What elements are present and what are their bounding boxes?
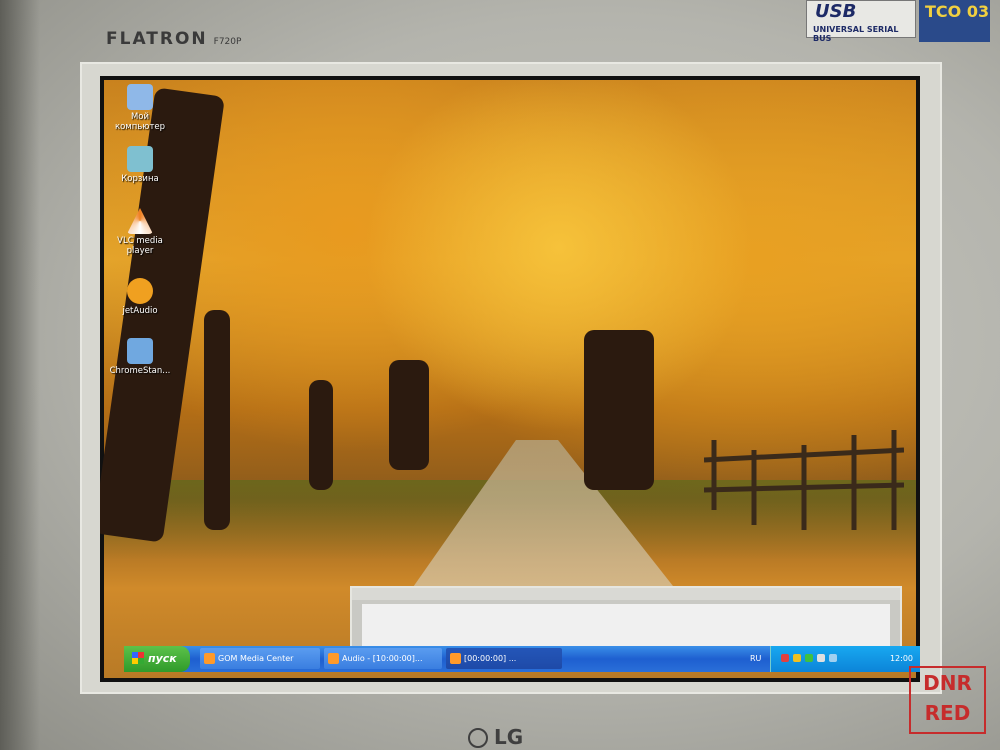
my-computer-icon xyxy=(127,84,153,110)
audio-app-icon xyxy=(328,653,339,664)
desktop-icon-recycle-bin[interactable]: Корзина xyxy=(105,146,175,184)
watermark-line2: RED xyxy=(924,701,971,725)
tree-trunk xyxy=(204,310,230,530)
usb-badge: USB UNIVERSAL SERIAL BUS xyxy=(806,0,916,43)
tree-trunk xyxy=(309,380,333,490)
tco-label: TCO 03 xyxy=(925,2,990,21)
tree-trunk xyxy=(389,360,429,470)
taskbar-button-audio[interactable]: Audio - [10:00:00]... xyxy=(324,648,442,669)
network-icon[interactable] xyxy=(829,654,837,662)
desktop-icon-label: jetAudio xyxy=(122,306,158,316)
desktop-wallpaper: Мой компьютер Корзина VLC media player j… xyxy=(100,80,920,678)
volume-icon[interactable] xyxy=(817,654,825,662)
window-content xyxy=(362,604,890,650)
taskbar: пуск GOM Media Center Audio - [10:00:00]… xyxy=(124,646,920,672)
tray-icon[interactable] xyxy=(805,654,813,662)
tray-icon[interactable] xyxy=(793,654,801,662)
desktop-icon-chrome-standalone[interactable]: ChromeStan... xyxy=(105,338,175,376)
recycle-bin-icon xyxy=(127,146,153,172)
player-icon xyxy=(450,653,461,664)
jetaudio-icon xyxy=(127,278,153,304)
taskbar-button-label: [00:00:00] ... xyxy=(464,654,517,663)
usb-badge-label: UNIVERSAL SERIAL BUS xyxy=(813,25,899,43)
lg-circle-icon xyxy=(468,728,488,748)
desktop-icon-label: Мой компьютер xyxy=(114,112,166,132)
monitor-screen: Мой компьютер Корзина VLC media player j… xyxy=(100,76,920,682)
tray-icon[interactable] xyxy=(781,654,789,662)
windows-flag-icon xyxy=(132,652,144,664)
window-titlebar[interactable] xyxy=(352,588,900,600)
taskbar-button-label: Audio - [10:00:00]... xyxy=(342,654,423,663)
model-name: F720P xyxy=(213,37,242,47)
language-indicator[interactable]: RU xyxy=(750,646,761,672)
start-label: пуск xyxy=(148,652,177,665)
taskbar-button-active[interactable]: [00:00:00] ... xyxy=(446,648,562,669)
gom-icon xyxy=(204,653,215,664)
watermark-line1: DNR xyxy=(923,671,972,695)
taskbar-button-gom[interactable]: GOM Media Center xyxy=(200,648,320,669)
start-button[interactable]: пуск xyxy=(124,646,190,672)
tree-trunk xyxy=(584,330,654,490)
usb-logo-text: USB xyxy=(815,1,857,22)
tco-badge: TCO 03 xyxy=(919,0,990,42)
brand-name: FLATRON xyxy=(106,29,208,49)
bezel-shadow xyxy=(0,0,40,750)
lg-logo: LG xyxy=(468,725,523,749)
maker-name: LG xyxy=(494,725,524,749)
system-tray: 12:00 xyxy=(770,646,920,672)
monitor-brand: FLATRON F720P xyxy=(106,29,241,49)
desktop-icon-label: Корзина xyxy=(121,174,159,184)
taskbar-button-label: GOM Media Center xyxy=(218,654,294,663)
watermark: DNR RED xyxy=(909,666,986,734)
desktop-icon-label: VLC media player xyxy=(117,236,163,256)
desktop-icon-vlc[interactable]: VLC media player xyxy=(105,208,175,256)
wallpaper-fence xyxy=(704,430,904,530)
desktop-icon-jetaudio[interactable]: jetAudio xyxy=(105,278,175,316)
chrome-standalone-icon xyxy=(127,338,153,364)
desktop-icon-my-computer[interactable]: Мой компьютер xyxy=(105,84,175,132)
vlc-icon xyxy=(127,208,153,234)
desktop-icon-label: ChromeStan... xyxy=(109,366,171,376)
